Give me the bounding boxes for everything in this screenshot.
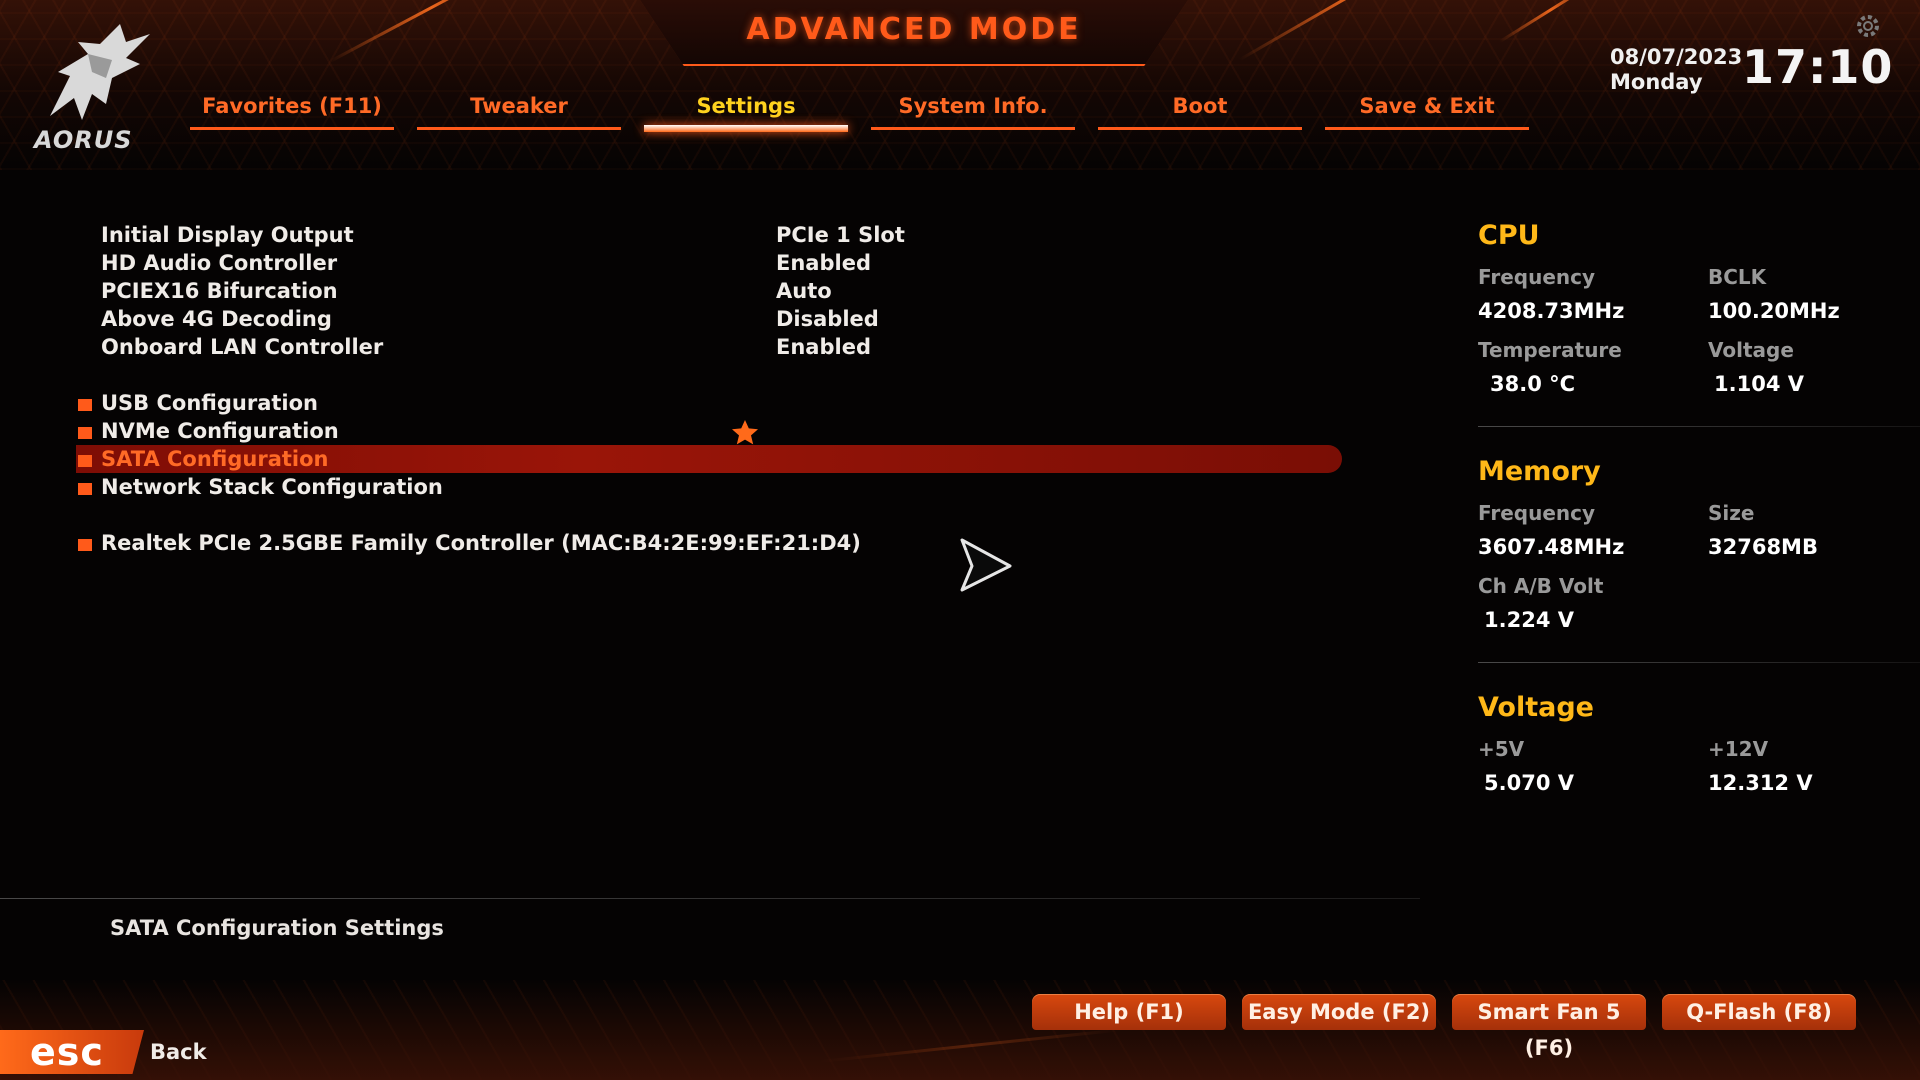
submenu-realtek-lan-controller[interactable]: Realtek PCIe 2.5GBE Family Controller (M…	[0, 531, 1360, 559]
voltage-5v-label: +5V	[1478, 737, 1525, 761]
cpu-frequency-value: 4208.73MHz	[1478, 299, 1625, 323]
submenu-network-stack-configuration[interactable]: Network Stack Configuration	[0, 475, 1360, 503]
tab-underline	[417, 127, 621, 130]
submenu-usb-configuration[interactable]: USB Configuration	[0, 391, 1360, 419]
submenu-label: NVMe Configuration	[101, 419, 339, 443]
favorite-star-icon[interactable]	[730, 418, 760, 446]
submenu-bullet	[78, 399, 92, 411]
voltage-12v-label: +12V	[1708, 737, 1769, 761]
cpu-bclk-value: 100.20MHz	[1708, 299, 1840, 323]
setting-value[interactable]: Disabled	[776, 307, 879, 331]
cpu-temperature-label: Temperature	[1478, 338, 1622, 362]
tab-settings[interactable]: Settings	[644, 92, 848, 136]
clock: 17:10	[1742, 40, 1894, 94]
back-label: Back	[150, 1040, 207, 1064]
setting-value[interactable]: Enabled	[776, 251, 871, 275]
tab-underline	[190, 127, 394, 130]
gear-icon[interactable]	[1854, 12, 1882, 40]
tab-underline	[1325, 127, 1529, 130]
tab-label: Boot	[1172, 94, 1228, 118]
panel-divider	[1478, 662, 1920, 663]
memory-size-value: 32768MB	[1708, 535, 1818, 559]
date-display: 08/07/2023 Monday	[1610, 45, 1742, 95]
tab-label: Save & Exit	[1359, 94, 1495, 118]
tab-favorites[interactable]: Favorites (F11)	[190, 92, 394, 136]
date-text: 08/07/2023	[1610, 45, 1743, 69]
submenu-label: Realtek PCIe 2.5GBE Family Controller (M…	[101, 531, 861, 555]
q-flash-button[interactable]: Q-Flash (F8)	[1662, 994, 1856, 1030]
tab-underline	[1098, 127, 1302, 130]
submenu-label: USB Configuration	[101, 391, 318, 415]
cpu-bclk-label: BCLK	[1708, 265, 1767, 289]
tab-underline	[871, 127, 1075, 130]
setting-value[interactable]: Enabled	[776, 335, 871, 359]
submenu-bullet	[78, 455, 92, 467]
submenu-label: SATA Configuration	[101, 447, 329, 471]
help-button[interactable]: Help (F1)	[1032, 994, 1226, 1030]
page-title: ADVANCED MODE	[746, 12, 1082, 47]
submenu-bullet	[78, 483, 92, 495]
setting-name: Initial Display Output	[101, 223, 354, 247]
setting-row-hd-audio-controller[interactable]: HD Audio Controller Enabled	[0, 251, 1360, 279]
setting-name: HD Audio Controller	[101, 251, 338, 275]
submenu-bullet	[78, 539, 92, 551]
setting-row-onboard-lan-controller[interactable]: Onboard LAN Controller Enabled	[0, 335, 1360, 363]
setting-name: Onboard LAN Controller	[101, 335, 384, 359]
submenu-bullet	[78, 427, 92, 439]
voltage-5v-value: 5.070 V	[1484, 771, 1574, 795]
cpu-voltage-label: Voltage	[1708, 338, 1794, 362]
setting-name: Above 4G Decoding	[101, 307, 332, 331]
memory-section-title: Memory	[1478, 456, 1601, 487]
memory-frequency-label: Frequency	[1478, 501, 1596, 525]
submenu-sata-configuration[interactable]: SATA Configuration	[0, 445, 1360, 475]
tab-label: System Info.	[898, 94, 1048, 118]
cpu-section-title: CPU	[1478, 220, 1540, 251]
setting-row-initial-display-output[interactable]: Initial Display Output PCIe 1 Slot	[0, 223, 1360, 251]
voltage-12v-value: 12.312 V	[1708, 771, 1813, 795]
tab-system-info[interactable]: System Info.	[871, 92, 1075, 136]
smart-fan-button[interactable]: Smart Fan 5 (F6)	[1452, 994, 1646, 1060]
easy-mode-button[interactable]: Easy Mode (F2)	[1242, 994, 1436, 1030]
setting-row-above-4g-decoding[interactable]: Above 4G Decoding Disabled	[0, 307, 1360, 335]
cpu-temperature-value: 38.0 °C	[1490, 372, 1576, 396]
decor-streak	[1499, 0, 1603, 43]
setting-name: PCIEX16 Bifurcation	[101, 279, 338, 303]
voltage-section-title: Voltage	[1478, 692, 1594, 723]
submenu-nvme-configuration[interactable]: NVMe Configuration	[0, 419, 1360, 447]
setting-value[interactable]: Auto	[776, 279, 832, 303]
setting-value[interactable]: PCIe 1 Slot	[776, 223, 905, 247]
cpu-voltage-value: 1.104 V	[1714, 372, 1804, 396]
esc-button[interactable]: esc	[0, 1030, 144, 1074]
tab-underline	[644, 125, 848, 132]
panel-divider	[1478, 426, 1920, 427]
memory-volt-label: Ch A/B Volt	[1478, 574, 1604, 598]
logo-text: AORUS	[34, 126, 133, 154]
setting-row-pciex16-bifurcation[interactable]: PCIEX16 Bifurcation Auto	[0, 279, 1360, 307]
tab-tweaker[interactable]: Tweaker	[417, 92, 621, 136]
tab-boot[interactable]: Boot	[1098, 92, 1302, 136]
submenu-label: Network Stack Configuration	[101, 475, 443, 499]
mouse-cursor-icon	[960, 538, 1012, 592]
description-divider	[0, 898, 1420, 899]
tab-label: Tweaker	[470, 94, 568, 118]
decor-streak	[1239, 0, 1466, 61]
cpu-frequency-label: Frequency	[1478, 265, 1596, 289]
item-description: SATA Configuration Settings	[110, 916, 444, 940]
tab-label: Favorites (F11)	[202, 94, 382, 118]
weekday-text: Monday	[1610, 70, 1703, 94]
decor-streak	[329, 0, 534, 63]
memory-volt-value: 1.224 V	[1484, 608, 1574, 632]
tab-label: Settings	[696, 94, 796, 118]
memory-size-label: Size	[1708, 501, 1755, 525]
tab-save-exit[interactable]: Save & Exit	[1325, 92, 1529, 136]
memory-frequency-value: 3607.48MHz	[1478, 535, 1625, 559]
